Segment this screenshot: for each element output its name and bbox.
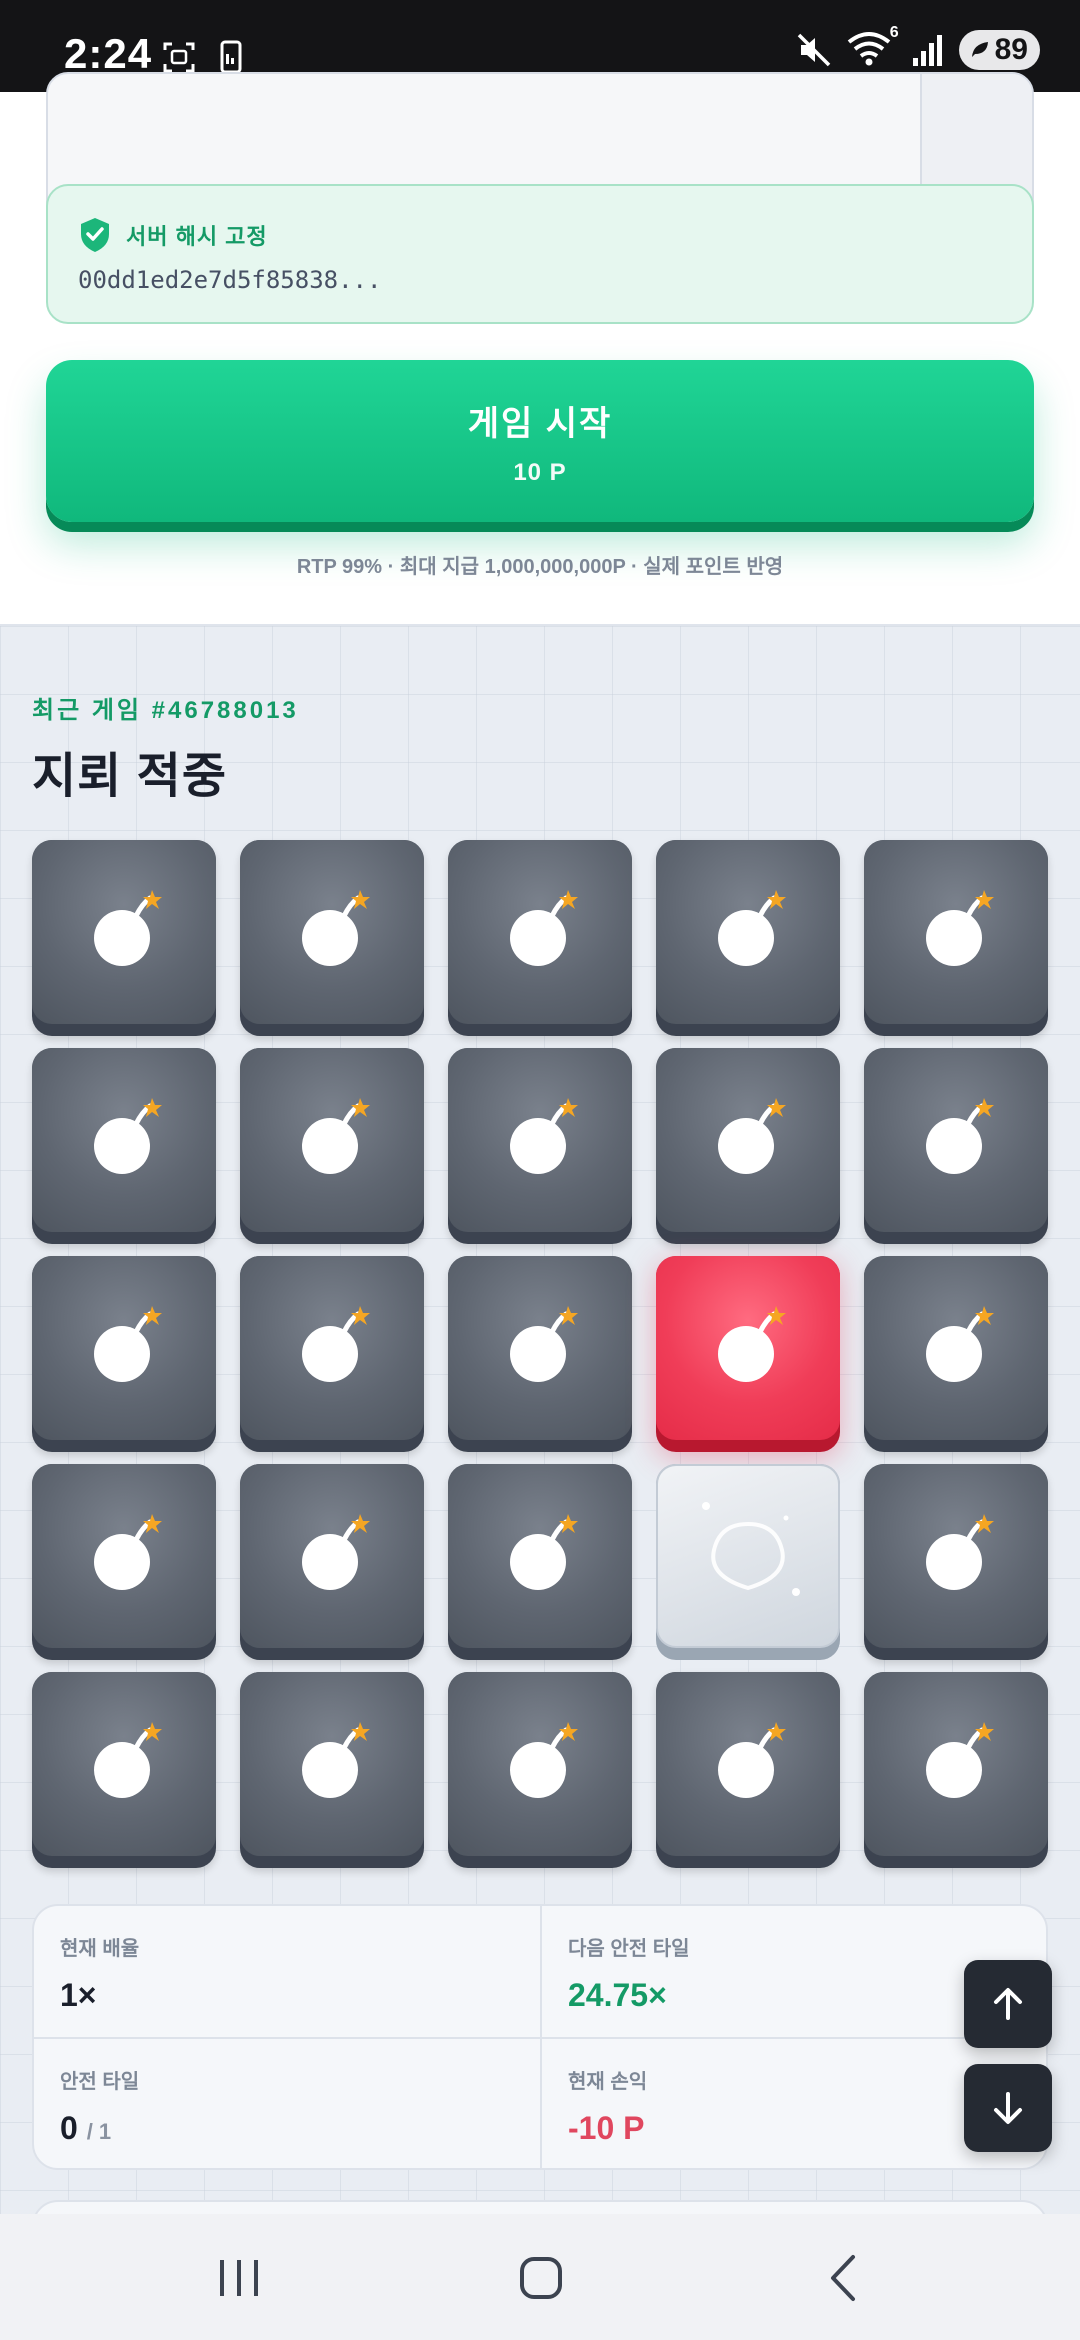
mine-tile[interactable] (864, 840, 1048, 1036)
mine-tile[interactable] (656, 1048, 840, 1244)
bomb-icon (302, 1098, 370, 1174)
mine-tile[interactable] (864, 1256, 1048, 1452)
bomb-icon (718, 1722, 786, 1798)
start-game-button[interactable]: 게임 시작 10 P (46, 360, 1034, 522)
home-icon (520, 2257, 562, 2299)
recent-game-label: 최근 게임 #46788013 (32, 697, 299, 724)
mine-tile[interactable] (448, 1672, 632, 1868)
stat-value: 1× (60, 1977, 97, 2013)
stat-value: -10 P (568, 2110, 645, 2146)
mine-tile[interactable] (240, 1464, 424, 1660)
bomb-icon (94, 890, 162, 966)
mine-tile[interactable] (32, 1256, 216, 1452)
gem-icon (702, 1502, 800, 1596)
bomb-icon (718, 1306, 786, 1382)
bet-panel: 서버 해시 고정 00dd1ed2e7d5f85838... 게임 시작 10 … (0, 72, 1080, 624)
bomb-icon (94, 1722, 162, 1798)
back-icon (831, 2255, 855, 2301)
start-game-label: 게임 시작 (467, 404, 613, 443)
status-time: 2:24 (64, 30, 153, 77)
stat-value: 24.75× (568, 1977, 667, 2013)
stat-label: 현재 손익 (568, 2071, 648, 2093)
mine-tile[interactable] (448, 840, 632, 1036)
bomb-icon (926, 1306, 994, 1382)
bomb-icon (926, 1098, 994, 1174)
mine-tile[interactable] (448, 1256, 632, 1452)
mines-grid (32, 840, 1048, 1872)
bomb-icon (94, 1514, 162, 1590)
bomb-icon (510, 1098, 578, 1174)
server-hash-label: 서버 해시 고정 (126, 224, 268, 249)
screenshot-icon (163, 42, 195, 73)
bomb-icon (510, 890, 578, 966)
stats-panel: 현재 배율 1× 다음 안전 타일 24.75× 안전 타일 0 / 1 현재 … (32, 1904, 1048, 2170)
rtp-note: RTP 99% · 최대 지급 1,000,000,000P · 실제 포인트 … (296, 556, 784, 578)
mine-tile[interactable] (240, 1256, 424, 1452)
mine-tile[interactable] (864, 1672, 1048, 1868)
mine-tile[interactable] (240, 1048, 424, 1244)
mine-tile[interactable] (32, 1672, 216, 1868)
mine-tile[interactable] (448, 1464, 632, 1660)
wifi-badge: 6 (889, 24, 899, 41)
battery-level: 89 (994, 33, 1028, 66)
bomb-icon (94, 1098, 162, 1174)
signal-icon (912, 35, 942, 66)
mine-tile[interactable] (864, 1048, 1048, 1244)
home-button[interactable] (496, 2246, 586, 2310)
stat-label: 현재 배율 (60, 1938, 140, 1960)
mine-tile[interactable] (240, 840, 424, 1036)
mine-tile[interactable] (32, 1048, 216, 1244)
stat-current-multiplier: 현재 배율 1× (34, 1906, 540, 2037)
bomb-icon (510, 1722, 578, 1798)
game-board-section: 최근 게임 #46788013 지뢰 적중 현재 배율 1× 다음 안전 타일 … (0, 624, 1080, 2260)
bomb-icon (302, 1722, 370, 1798)
safe-tiles-total: / 1 (86, 2119, 112, 2144)
mine-tile[interactable] (656, 1672, 840, 1868)
bomb-icon (926, 890, 994, 966)
recent-apps-button[interactable] (194, 2246, 284, 2310)
bomb-icon (718, 890, 786, 966)
arrow-up-icon (994, 1988, 1022, 2020)
stat-label: 안전 타일 (60, 2071, 140, 2093)
mine-tile[interactable] (32, 840, 216, 1036)
shield-check-icon (81, 218, 109, 252)
bomb-icon (510, 1306, 578, 1382)
mine-tile[interactable] (32, 1464, 216, 1660)
mute-icon (797, 33, 830, 67)
start-game-amount: 10 P (513, 458, 567, 486)
stat-safe-tiles: 안전 타일 0 / 1 (34, 2039, 540, 2168)
device-icon (220, 40, 242, 74)
safe-tiles-count: 0 (60, 2110, 78, 2146)
mine-tile[interactable] (240, 1672, 424, 1868)
bomb-icon (926, 1514, 994, 1590)
bomb-icon (718, 1098, 786, 1174)
scroll-down-button[interactable] (964, 2064, 1052, 2152)
bomb-icon (94, 1306, 162, 1382)
wifi-icon: 6 (847, 24, 899, 70)
bomb-icon (510, 1514, 578, 1590)
arrow-down-icon (994, 2092, 1022, 2124)
bomb-icon (302, 1306, 370, 1382)
server-hash-value: 00dd1ed2e7d5f85838... (78, 266, 382, 294)
mine-tile[interactable] (864, 1464, 1048, 1660)
safe-tile[interactable] (656, 1464, 840, 1660)
mine-hit-tile[interactable] (656, 1256, 840, 1452)
bomb-icon (926, 1722, 994, 1798)
scroll-up-button[interactable] (964, 1960, 1052, 2048)
server-hash-box: 서버 해시 고정 00dd1ed2e7d5f85838... (46, 184, 1034, 324)
stat-label: 다음 안전 타일 (568, 1938, 690, 1960)
bomb-icon (302, 890, 370, 966)
battery-indicator: 89 (958, 30, 1040, 70)
bomb-icon (302, 1514, 370, 1590)
game-result-title: 지뢰 적중 (32, 750, 227, 803)
system-nav-bar (0, 2214, 1080, 2340)
back-button[interactable] (798, 2246, 888, 2310)
battery-icon (971, 42, 988, 57)
recent-apps-icon (220, 2260, 258, 2296)
server-hash-header: 서버 해시 고정 (78, 216, 268, 254)
stat-value: 0 / 1 (60, 2110, 514, 2147)
mine-tile[interactable] (656, 840, 840, 1036)
mine-tile[interactable] (448, 1048, 632, 1244)
